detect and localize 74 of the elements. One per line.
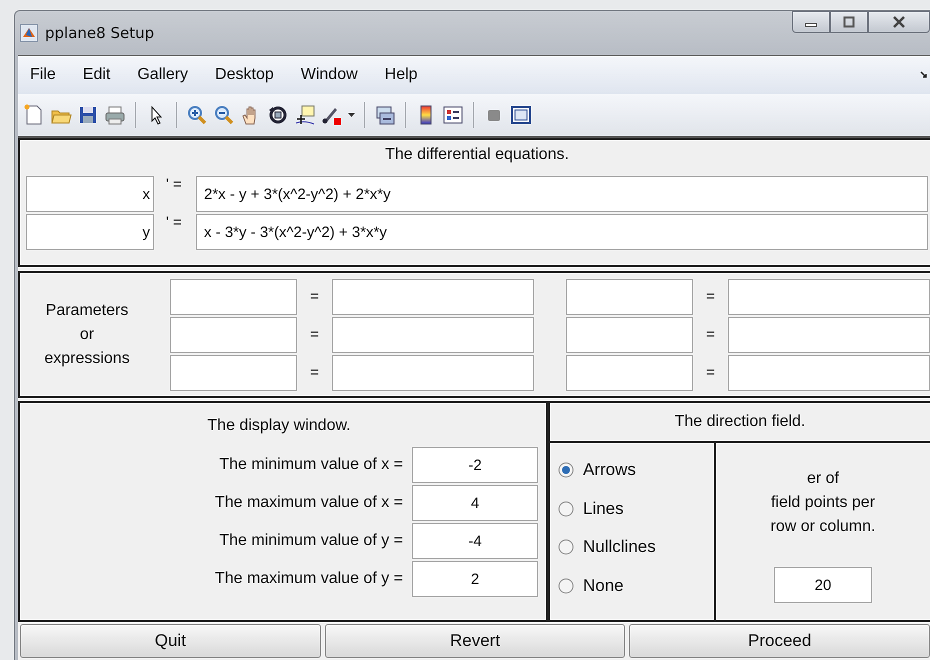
- field-points-label: er of field points per row or column.: [770, 469, 876, 537]
- range-label: The maximum value of x =: [214, 494, 403, 512]
- parameter-value-field[interactable]: [728, 354, 930, 390]
- save-icon[interactable]: [77, 104, 99, 126]
- data-cursor-icon[interactable]: [294, 104, 316, 126]
- action-button[interactable]: Proceed: [629, 624, 930, 658]
- parameter-value-field[interactable]: [728, 316, 930, 352]
- rotate-icon[interactable]: [267, 104, 289, 126]
- window-icon[interactable]: [510, 104, 532, 126]
- equals-sign: =: [705, 326, 716, 343]
- parameters-label: Parameters or expressions: [43, 300, 131, 368]
- action-button[interactable]: Revert: [324, 624, 626, 658]
- zoom-in-icon[interactable]: [186, 104, 208, 126]
- parameter-name-field[interactable]: [566, 278, 693, 314]
- equals-sign: =: [309, 364, 320, 381]
- maximize-button[interactable]: [830, 11, 868, 33]
- menu-item[interactable]: Gallery: [137, 66, 188, 84]
- range-field[interactable]: 2: [412, 561, 538, 597]
- link-icon[interactable]: [374, 104, 396, 126]
- print-icon[interactable]: [104, 104, 126, 126]
- parameter-name-field[interactable]: [566, 316, 693, 352]
- close-button[interactable]: [868, 11, 930, 33]
- radio-button[interactable]: [558, 500, 574, 517]
- field-points-field[interactable]: 20: [774, 567, 872, 603]
- variable-field[interactable]: y: [26, 214, 154, 250]
- range-label: The minimum value of y =: [219, 532, 403, 550]
- parameter-name-field[interactable]: [170, 278, 297, 314]
- range-label: The maximum value of y =: [214, 570, 403, 588]
- range-field[interactable]: 4: [412, 485, 538, 521]
- radio-button[interactable]: [558, 539, 574, 556]
- panel-title: The differential equations.: [384, 146, 570, 165]
- panel-title: The direction field.: [550, 403, 930, 443]
- minimize-icon: [805, 23, 817, 27]
- close-icon: [892, 16, 906, 28]
- variable-field[interactable]: x: [26, 176, 154, 212]
- parameter-value-field[interactable]: [332, 354, 534, 390]
- menu-item[interactable]: File: [30, 66, 56, 84]
- maximize-icon: [843, 16, 855, 28]
- zoom-out-icon[interactable]: [213, 104, 235, 126]
- parameter-value-field[interactable]: [332, 278, 534, 314]
- equals-sign: =: [705, 364, 716, 381]
- radio-button[interactable]: [558, 462, 574, 478]
- legend-icon[interactable]: [442, 104, 464, 126]
- range-label: The minimum value of x =: [219, 456, 403, 474]
- panel-title: The display window.: [206, 417, 352, 436]
- minimize-button[interactable]: [792, 11, 830, 33]
- parameter-name-field[interactable]: [170, 316, 297, 352]
- dock-arrow-icon[interactable]: [920, 71, 928, 79]
- radio-label: Lines: [583, 498, 624, 519]
- menu-item[interactable]: Desktop: [215, 66, 274, 84]
- menu-item[interactable]: Edit: [82, 66, 110, 84]
- prime-equals-label: ' =: [165, 176, 183, 193]
- parameter-value-field[interactable]: [728, 278, 930, 314]
- equals-sign: =: [309, 288, 320, 305]
- radio-label: None: [583, 576, 624, 596]
- equals-sign: =: [309, 326, 320, 343]
- action-button[interactable]: Quit: [20, 624, 321, 658]
- prime-equals-label: ' =: [165, 214, 183, 231]
- radio-label: Arrows: [583, 460, 636, 480]
- parameter-value-field[interactable]: [332, 316, 534, 352]
- expression-field[interactable]: 2*x - y + 3*(x^2-y^2) + 2*x*y: [196, 176, 928, 212]
- parameter-name-field[interactable]: [170, 354, 297, 390]
- parameter-name-field[interactable]: [566, 354, 693, 390]
- expression-field[interactable]: x - 3*y - 3*(x^2-y^2) + 3*x*y: [196, 214, 928, 250]
- radio-label: Nullclines: [583, 537, 656, 558]
- window-title: pplane8 Setup: [45, 24, 154, 42]
- range-field[interactable]: -2: [412, 447, 538, 483]
- menu-item[interactable]: Window: [300, 66, 358, 84]
- app-icon: [20, 24, 38, 42]
- range-field[interactable]: -4: [412, 523, 538, 559]
- menu-item[interactable]: Help: [384, 66, 418, 84]
- equals-sign: =: [705, 288, 716, 305]
- radio-button[interactable]: [558, 578, 574, 594]
- caret-icon[interactable]: [348, 112, 355, 118]
